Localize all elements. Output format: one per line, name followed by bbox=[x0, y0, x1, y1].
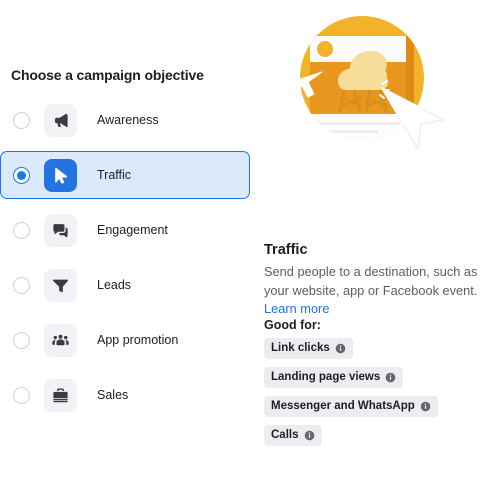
campaign-objective-screen: Choose a campaign objective Awareness Tr… bbox=[0, 0, 500, 500]
objective-detail-panel: Traffic Send people to a destination, su… bbox=[258, 0, 500, 500]
objective-label: Awareness bbox=[97, 113, 159, 127]
chip-messenger-and-whatsapp[interactable]: Messenger and WhatsApp bbox=[264, 396, 438, 417]
briefcase-icon bbox=[44, 378, 77, 412]
objective-row-engagement[interactable]: Engagement bbox=[0, 206, 250, 254]
chip-label: Calls bbox=[271, 429, 299, 441]
chip-label: Link clicks bbox=[271, 342, 330, 354]
radio-leads[interactable] bbox=[13, 276, 30, 294]
funnel-icon bbox=[44, 268, 77, 302]
detail-description-text: Send people to a destination, such as yo… bbox=[264, 264, 478, 298]
objective-label: Engagement bbox=[97, 223, 168, 237]
objective-row-leads[interactable]: Leads bbox=[0, 261, 250, 309]
objective-label: App promotion bbox=[97, 333, 179, 347]
info-icon[interactable] bbox=[304, 430, 315, 441]
objective-selector-panel: Choose a campaign objective Awareness Tr… bbox=[0, 0, 258, 500]
chat-bubbles-icon bbox=[44, 213, 77, 247]
radio-awareness[interactable] bbox=[13, 111, 30, 129]
chip-link-clicks[interactable]: Link clicks bbox=[264, 338, 353, 359]
objective-label: Traffic bbox=[97, 168, 132, 182]
objective-label: Leads bbox=[97, 278, 132, 292]
info-icon[interactable] bbox=[385, 372, 396, 383]
objective-row-traffic[interactable]: Traffic bbox=[0, 151, 250, 199]
objective-row-app-promotion[interactable]: App promotion bbox=[0, 316, 250, 364]
radio-sales[interactable] bbox=[13, 386, 30, 404]
objective-row-awareness[interactable]: Awareness bbox=[0, 96, 250, 144]
chip-landing-page-views[interactable]: Landing page views bbox=[264, 367, 404, 388]
cursor-icon bbox=[44, 158, 77, 192]
info-icon[interactable] bbox=[420, 401, 431, 412]
people-group-icon bbox=[44, 323, 77, 357]
objective-label: Sales bbox=[97, 388, 129, 402]
learn-more-link[interactable]: Learn more bbox=[264, 301, 329, 316]
chip-label: Messenger and WhatsApp bbox=[271, 400, 415, 412]
page-title: Choose a campaign objective bbox=[11, 67, 204, 83]
megaphone-icon bbox=[44, 103, 77, 137]
chip-label: Landing page views bbox=[271, 371, 381, 383]
good-for-chip-list: Link clicks Landing page views Messenger… bbox=[264, 338, 438, 446]
good-for-label: Good for: bbox=[264, 318, 321, 332]
info-icon[interactable] bbox=[335, 343, 346, 354]
detail-description: Send people to a destination, such as yo… bbox=[264, 263, 492, 319]
radio-app-promotion[interactable] bbox=[13, 331, 30, 349]
objective-list: Awareness Traffic Engagement Leads App p… bbox=[0, 96, 250, 426]
objective-row-sales[interactable]: Sales bbox=[0, 371, 250, 419]
chip-calls[interactable]: Calls bbox=[264, 425, 322, 446]
traffic-illustration bbox=[264, 2, 454, 154]
detail-title: Traffic bbox=[264, 242, 308, 258]
radio-traffic[interactable] bbox=[13, 166, 30, 184]
radio-engagement[interactable] bbox=[13, 221, 30, 239]
